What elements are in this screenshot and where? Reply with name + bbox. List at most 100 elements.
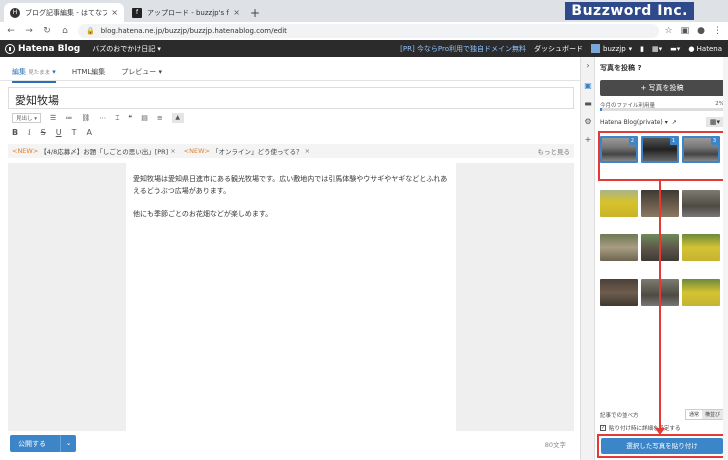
detail-setting-checkbox[interactable]: ✓ <box>600 425 606 431</box>
album-select[interactable]: Hatena Blog(private) ▾ <box>600 119 668 126</box>
heading-select-label: 見出し <box>16 116 33 122</box>
quote-icon[interactable]: ❝ <box>128 114 132 122</box>
more-icon[interactable]: ⋯ <box>99 114 106 122</box>
font-size-icon[interactable]: T <box>72 128 77 137</box>
chat-icon[interactable]: ▬▾ <box>670 45 680 53</box>
publish-button[interactable]: 公開する ⌄ <box>10 435 76 452</box>
annotation-arrow <box>659 181 661 433</box>
notice-bar: <NEW> 【4/8応募〆】お題「しごとの思い出」[PR] × <NEW> 「オ… <box>8 144 574 158</box>
strikethrough-icon[interactable]: S <box>41 128 46 137</box>
brand-text: Hatena <box>696 44 722 53</box>
tab-title: ブログ記事編集 - はてなブログ <box>25 8 108 17</box>
reload-icon[interactable]: ↻ <box>40 26 54 36</box>
body-editor-frame: 愛知牧場は愛知県日進市にある観光牧場です。広い敷地内では引馬体験やウサギやヤギな… <box>8 163 574 431</box>
new-badge: <NEW> <box>12 147 39 155</box>
menu-icon[interactable]: ⋮ <box>713 26 722 36</box>
body-editor[interactable]: 愛知牧場は愛知県日進市にある観光牧場です。広い敷地内では引馬体験やウサギやヤギな… <box>126 163 456 431</box>
browser-tab[interactable]: f アップロード - buzzjp's fotolife × <box>126 3 246 22</box>
panel-title: 写真を投稿 ? <box>600 63 642 73</box>
selection-highlight <box>598 131 726 181</box>
album-label: Hatena Blog(private) <box>600 118 663 126</box>
blog-name: バズのおでかけ日記 <box>92 44 156 53</box>
plus-icon[interactable]: + <box>583 135 593 145</box>
grid-view-icon[interactable]: ▦▾ <box>705 117 724 127</box>
fotolife-favicon-icon: f <box>132 7 142 18</box>
photo-thumbnail[interactable] <box>682 190 720 217</box>
title-input[interactable]: 愛知牧場 <box>8 87 574 109</box>
extension-icon[interactable]: ▣ <box>681 26 690 36</box>
close-icon[interactable]: × <box>233 8 240 17</box>
photo-icon[interactable]: ▣ <box>583 81 593 91</box>
numbered-list-icon[interactable]: ≔ <box>65 114 72 122</box>
publish-label: 公開する <box>18 439 46 448</box>
body-paragraph: 愛知牧場は愛知県日進市にある観光牧場です。広い敷地内では引馬体験やウサギやヤギな… <box>133 175 448 195</box>
close-icon[interactable]: × <box>170 147 175 155</box>
forward-icon[interactable]: → <box>22 26 36 36</box>
pro-promo-link[interactable]: [PR] 今ならPro利用で独自ドメイン無料 <box>400 44 526 54</box>
dashboard-link[interactable]: ダッシュボード <box>534 44 583 54</box>
sort-toggle: 通常 横並び <box>684 409 724 420</box>
apps-grid-icon[interactable]: ▦▾ <box>652 45 662 53</box>
new-tab-button[interactable]: + <box>250 6 260 20</box>
new-badge: <NEW> <box>183 147 210 155</box>
home-icon[interactable]: ⌂ <box>58 26 72 36</box>
photo-thumbnail[interactable] <box>600 279 638 306</box>
chevron-down-icon[interactable]: ⌄ <box>60 435 76 452</box>
text-color-icon[interactable]: A <box>87 128 92 137</box>
link-icon[interactable]: ⛓ <box>81 114 90 122</box>
album-row: Hatena Blog(private) ▾ ↗ ▦▾ <box>600 117 724 127</box>
gear-icon[interactable]: ⚙ <box>583 117 593 127</box>
panel-title-text: 写真を投稿 <box>600 64 635 72</box>
photo-panel: 写真を投稿 ? + 写真を投稿 今月のファイル利用量 2% Hatena Blo… <box>594 57 728 460</box>
char-count: 80文字 <box>544 441 566 449</box>
notice-link[interactable]: 「オンライン」どう使ってる？ <box>212 146 303 156</box>
profile-icon[interactable]: ● <box>697 26 705 36</box>
star-icon[interactable]: ☆ <box>665 26 673 36</box>
format-toolbar-row1: 見出し ▾ ☰ ≔ ⛓ ⋯ ⌶ ❝ ▤ ≡ ▲ <box>12 113 184 123</box>
browser-tab-active[interactable]: H ブログ記事編集 - はてなブログ × <box>4 3 124 22</box>
close-icon[interactable]: × <box>305 147 310 155</box>
divider <box>0 80 580 81</box>
lock-icon: 🔒 <box>86 27 95 35</box>
photo-thumbnail[interactable] <box>682 234 720 261</box>
tab-sub: 見たまま <box>28 70 51 76</box>
back-icon[interactable]: ← <box>4 26 18 36</box>
underline-icon[interactable]: U <box>56 128 62 137</box>
more-link[interactable]: もっと見る <box>538 146 571 156</box>
photo-thumbnail[interactable] <box>600 234 638 261</box>
folder-icon[interactable]: ▬ <box>583 99 593 109</box>
sort-option-horizontal[interactable]: 横並び <box>701 410 723 419</box>
user-menu[interactable]: buzzjp ▾ <box>591 44 632 53</box>
bold-icon[interactable]: B <box>12 128 18 137</box>
sort-option-normal[interactable]: 通常 <box>686 410 702 419</box>
notice-link[interactable]: 【4/8応募〆】お題「しごとの思い出」[PR] <box>40 146 168 156</box>
table-icon[interactable]: ▤ <box>141 114 148 122</box>
close-icon[interactable]: × <box>111 8 118 17</box>
tab-label: プレビュー <box>121 68 157 76</box>
hatena-logo-icon <box>5 43 15 54</box>
photo-thumbnail[interactable] <box>600 190 638 217</box>
photo-thumbnail[interactable] <box>682 279 720 306</box>
external-link-icon[interactable]: ↗ <box>672 119 677 126</box>
heading-select[interactable]: 見出し ▾ <box>12 113 42 123</box>
editor-footer: 公開する ⌄ 80文字 <box>0 431 580 460</box>
blog-name-menu[interactable]: バズのおでかけ日記 ▾ <box>92 44 161 54</box>
collapse-toolbar-icon[interactable]: ▲ <box>171 113 184 123</box>
hatena-brand[interactable]: ● Hatena <box>688 45 722 53</box>
horizontal-rule-icon[interactable]: ⌶ <box>115 114 119 123</box>
bookmark-icon[interactable]: ▮ <box>640 45 644 53</box>
address-bar: ← → ↻ ⌂ 🔒 blog.hatena.ne.jp/buzzjp/buzzj… <box>0 22 728 40</box>
collapse-panel-icon[interactable]: › <box>583 61 593 71</box>
url-field[interactable]: 🔒 blog.hatena.ne.jp/buzzjp/buzzjp.hatena… <box>78 24 659 38</box>
scrollbar[interactable] <box>723 57 728 460</box>
format-toolbar-row2: B i S U T A <box>12 128 92 137</box>
editor-area: 編集 見たまま ▾ HTML編集 プレビュー ▾ 愛知牧場 見出し ▾ ☰ ≔ … <box>0 57 580 460</box>
italic-icon[interactable]: i <box>28 128 31 137</box>
help-icon[interactable]: ? <box>637 64 641 72</box>
align-icon[interactable]: ≡ <box>157 114 163 122</box>
bullet-list-icon[interactable]: ☰ <box>50 114 56 122</box>
upload-photo-button[interactable]: + 写真を投稿 <box>600 80 724 96</box>
hatena-blog-logo[interactable]: Hatena Blog <box>5 43 80 54</box>
detail-setting-row: ✓ 貼り付け時に詳細を設定する <box>600 424 681 432</box>
avatar <box>591 44 601 53</box>
